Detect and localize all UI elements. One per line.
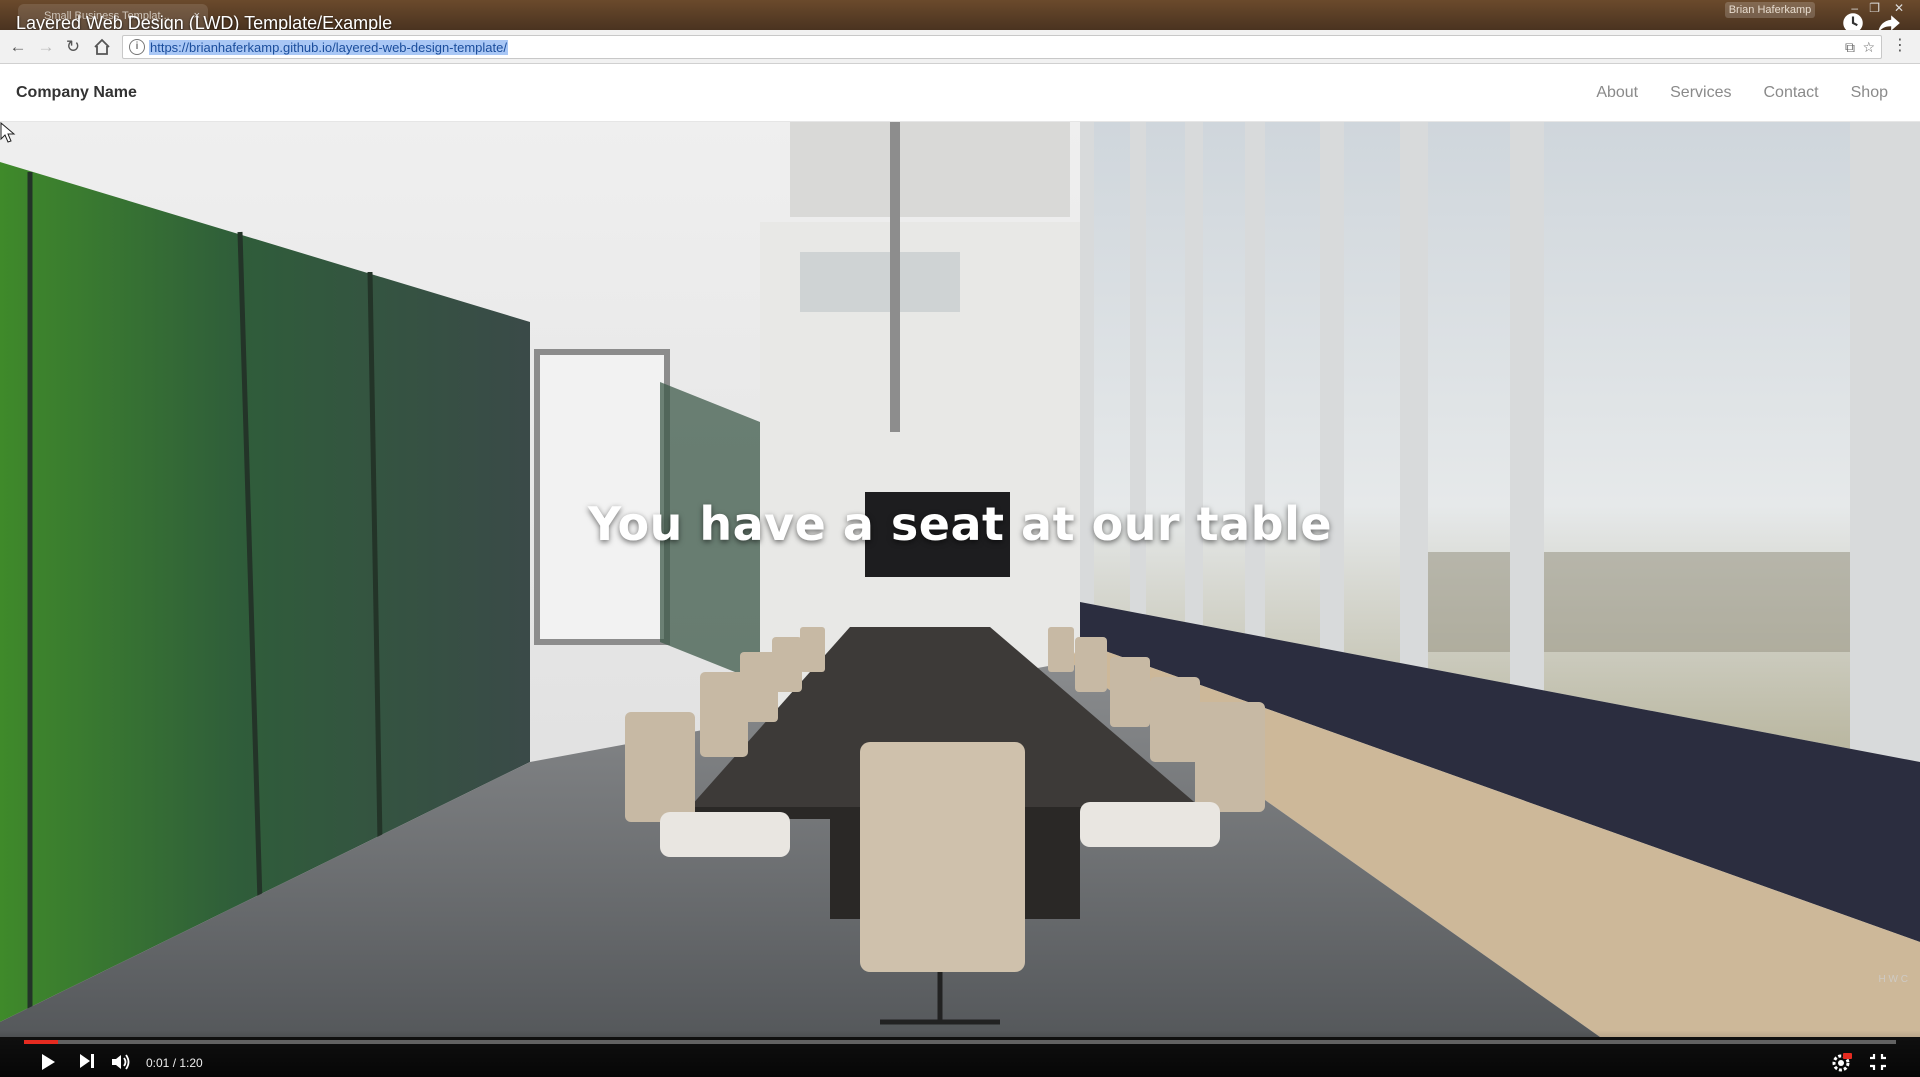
menu-icon[interactable]: ⋮ xyxy=(1892,38,1908,54)
profile-chip[interactable]: Brian Haferkamp xyxy=(1725,2,1815,18)
nav-link-shop[interactable]: Shop xyxy=(1851,84,1888,102)
channel-watermark[interactable]: H W C xyxy=(1879,974,1908,985)
hero-background-image xyxy=(0,122,1920,1037)
star-icon[interactable]: ☆ xyxy=(1862,39,1875,56)
fullscreen-exit-icon[interactable] xyxy=(1868,1052,1888,1072)
reload-icon[interactable]: ↻ xyxy=(63,37,83,57)
hero-heading: You have a seat at our table xyxy=(587,497,1333,551)
forward-icon[interactable]: → xyxy=(36,37,56,57)
site-nav: About Services Contact Shop xyxy=(1596,84,1888,102)
time-display: 0:01 / 1:20 xyxy=(146,1056,203,1070)
progress-fill xyxy=(24,1040,58,1044)
progress-bar[interactable] xyxy=(24,1040,1896,1044)
info-icon[interactable]: i xyxy=(129,39,145,55)
site-header: Company Name About Services Contact Shop xyxy=(0,64,1920,122)
next-icon[interactable] xyxy=(78,1052,96,1070)
video-player-controls: 0:01 / 1:20 xyxy=(0,1030,1920,1077)
browser-toolbar: ← → ↻ i https://brianhaferkamp.github.io… xyxy=(0,30,1920,64)
translate-icon[interactable]: ⧉ xyxy=(1845,39,1855,56)
url-text[interactable]: https://brianhaferkamp.github.io/layered… xyxy=(149,40,508,55)
address-bar[interactable]: i https://brianhaferkamp.github.io/layer… xyxy=(122,35,1882,59)
brand-logo[interactable]: Company Name xyxy=(16,84,137,102)
volume-icon[interactable] xyxy=(110,1052,132,1072)
play-icon[interactable] xyxy=(38,1052,58,1072)
settings-icon[interactable] xyxy=(1830,1052,1852,1074)
nav-link-about[interactable]: About xyxy=(1596,84,1638,102)
hero-section: You have a seat at our table H W C xyxy=(0,122,1920,1037)
mouse-cursor-icon xyxy=(0,122,16,143)
nav-link-services[interactable]: Services xyxy=(1670,84,1731,102)
nav-link-contact[interactable]: Contact xyxy=(1763,84,1818,102)
home-icon[interactable] xyxy=(92,37,112,57)
back-icon[interactable]: ← xyxy=(8,37,28,57)
